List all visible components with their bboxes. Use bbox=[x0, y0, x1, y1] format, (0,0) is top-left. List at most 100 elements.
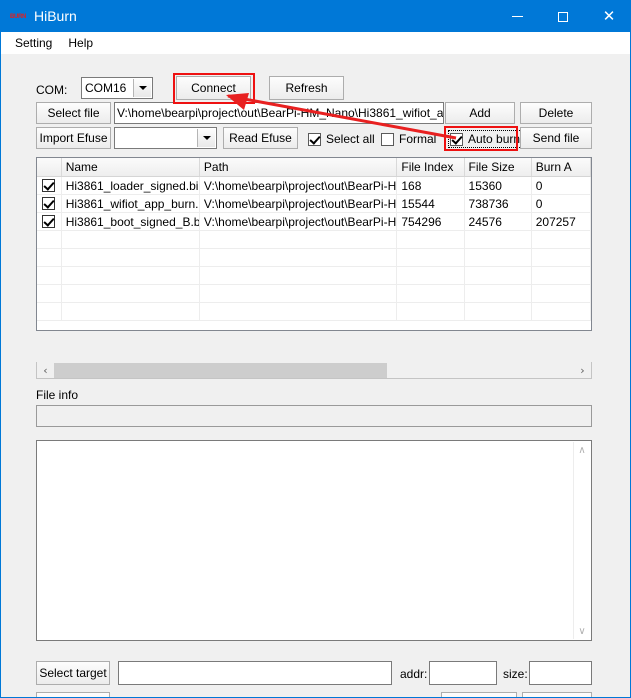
row-path-cell bbox=[200, 267, 398, 284]
row-size-cell bbox=[465, 231, 532, 248]
title-bar: BURN HiBurn ✕ bbox=[1, 1, 630, 32]
close-button[interactable]: ✕ bbox=[586, 1, 630, 32]
target-path-input[interactable] bbox=[118, 661, 392, 685]
row-size-cell: 738736 bbox=[465, 195, 532, 212]
row-path-cell bbox=[200, 285, 398, 302]
row-index-cell bbox=[397, 267, 465, 284]
maximize-button[interactable] bbox=[540, 1, 586, 32]
row-checkbox-cell bbox=[37, 267, 62, 284]
row-path-cell bbox=[200, 231, 398, 248]
table-header-name[interactable]: Name bbox=[61, 158, 200, 176]
row-name-cell bbox=[62, 249, 200, 266]
table-row[interactable]: Hi3861_wifiot_app_burn... V:\home\bearpi… bbox=[37, 195, 591, 213]
com-port-select[interactable]: COM16 bbox=[81, 77, 153, 99]
minimize-icon bbox=[511, 16, 523, 17]
table-row-empty[interactable] bbox=[37, 249, 591, 267]
size-label: size: bbox=[503, 667, 528, 681]
close-icon: ✕ bbox=[602, 7, 616, 25]
more-button[interactable]: More bbox=[522, 692, 592, 697]
table-row-empty[interactable] bbox=[37, 231, 591, 249]
maximize-icon bbox=[558, 11, 568, 22]
chevron-down-icon[interactable] bbox=[133, 79, 151, 97]
row-name-cell: Hi3861_wifiot_app_burn... bbox=[62, 195, 200, 212]
formal-checkbox[interactable]: Formal bbox=[381, 132, 436, 146]
menu-item-setting[interactable]: Setting bbox=[7, 33, 60, 53]
chevron-down-icon[interactable] bbox=[197, 129, 215, 147]
table-row[interactable]: Hi3861_loader_signed.bin V:\home\bearpi\… bbox=[37, 177, 591, 195]
file-info-label: File info bbox=[36, 388, 79, 402]
row-path-cell: V:\home\bearpi\project\out\BearPi-H... bbox=[200, 213, 398, 230]
scroll-left-icon[interactable]: ‹ bbox=[37, 363, 54, 378]
row-burn-cell: 0 bbox=[532, 195, 591, 212]
add-button[interactable]: Add bbox=[445, 102, 515, 124]
row-size-cell bbox=[465, 285, 532, 302]
addr-input[interactable] bbox=[429, 661, 497, 685]
row-burn-cell bbox=[532, 285, 591, 302]
row-checkbox-cell bbox=[37, 231, 62, 248]
table-row-empty[interactable] bbox=[37, 285, 591, 303]
row-index-cell bbox=[397, 231, 465, 248]
scroll-down-icon[interactable]: ∨ bbox=[574, 623, 590, 639]
size-input[interactable] bbox=[529, 661, 592, 685]
menu-bar: Setting Help bbox=[1, 32, 630, 54]
table-row[interactable]: Hi3861_boot_signed_B.bin V:\home\bearpi\… bbox=[37, 213, 591, 231]
row-checkbox-cell[interactable] bbox=[37, 213, 62, 230]
row-index-cell: 15544 bbox=[397, 195, 465, 212]
scroll-right-icon[interactable]: › bbox=[574, 363, 591, 378]
com-label: COM: bbox=[36, 83, 68, 97]
select-target-button[interactable]: Select target bbox=[36, 661, 110, 685]
formal-label: Formal bbox=[399, 132, 437, 146]
log-vertical-scrollbar[interactable]: ∧ ∨ bbox=[573, 442, 590, 639]
scrollbar-track[interactable] bbox=[54, 362, 574, 378]
delete-button[interactable]: Delete bbox=[520, 102, 592, 124]
table-row-empty[interactable] bbox=[37, 267, 591, 285]
file-info-input[interactable] bbox=[36, 405, 592, 427]
menu-item-help[interactable]: Help bbox=[60, 33, 101, 53]
row-path-cell: V:\home\bearpi\project\out\BearPi-H... bbox=[200, 177, 398, 194]
export-button[interactable]: Export bbox=[441, 692, 517, 697]
row-size-cell bbox=[465, 249, 532, 266]
table-horizontal-scrollbar[interactable]: ‹ › bbox=[36, 362, 592, 379]
row-burn-cell: 207257 bbox=[532, 213, 591, 230]
row-name-cell: Hi3861_loader_signed.bin bbox=[62, 177, 200, 194]
connect-button[interactable]: Connect bbox=[176, 76, 251, 100]
table-header-file-index[interactable]: File Index bbox=[397, 158, 465, 176]
row-name-cell bbox=[62, 303, 200, 320]
select-all-checkbox[interactable]: Select all bbox=[308, 132, 375, 146]
refresh-button[interactable]: Refresh bbox=[269, 76, 344, 100]
row-path-cell bbox=[200, 249, 398, 266]
auto-burn-checkbox[interactable]: Auto burn bbox=[447, 130, 523, 148]
scroll-up-icon[interactable]: ∧ bbox=[574, 442, 590, 458]
row-checkbox-cell[interactable] bbox=[37, 177, 62, 194]
minimize-button[interactable] bbox=[494, 1, 540, 32]
row-size-cell: 15360 bbox=[465, 177, 532, 194]
checkbox-icon bbox=[42, 197, 56, 210]
row-checkbox-cell[interactable] bbox=[37, 195, 62, 212]
select-all-label: Select all bbox=[326, 132, 375, 146]
row-size-cell bbox=[465, 267, 532, 284]
checkbox-icon bbox=[381, 132, 394, 146]
window-controls: ✕ bbox=[494, 1, 630, 32]
table-header-burn-addr[interactable]: Burn A bbox=[531, 158, 591, 176]
table-header-path[interactable]: Path bbox=[199, 158, 398, 176]
log-output[interactable]: ∧ ∨ bbox=[36, 440, 592, 641]
efuse-select[interactable] bbox=[114, 127, 217, 149]
com-port-value: COM16 bbox=[85, 81, 127, 95]
import-efuse-button[interactable]: Import Efuse bbox=[36, 127, 111, 149]
read-efuse-button[interactable]: Read Efuse bbox=[223, 127, 298, 149]
scrollbar-thumb[interactable] bbox=[54, 362, 387, 378]
burn-logo-icon: BURN bbox=[9, 13, 27, 20]
select-file-button[interactable]: Select file bbox=[36, 102, 111, 124]
row-checkbox-cell bbox=[37, 249, 62, 266]
client-area: COM: COM16 Connect Refresh Select file V… bbox=[1, 54, 630, 697]
table-header-check[interactable] bbox=[37, 158, 62, 176]
row-index-cell bbox=[397, 303, 465, 320]
send-file-button[interactable]: Send file bbox=[520, 127, 592, 149]
file-path-input[interactable]: V:\home\bearpi\project\out\BearPi-HM_Nan… bbox=[114, 102, 444, 124]
row-index-cell bbox=[397, 249, 465, 266]
table-row-empty[interactable] bbox=[37, 303, 591, 321]
window-title: HiBurn bbox=[34, 8, 77, 24]
reset-button[interactable]: Reset bbox=[36, 692, 110, 697]
table-header-file-size[interactable]: File Size bbox=[464, 158, 532, 176]
row-path-cell bbox=[200, 303, 398, 320]
